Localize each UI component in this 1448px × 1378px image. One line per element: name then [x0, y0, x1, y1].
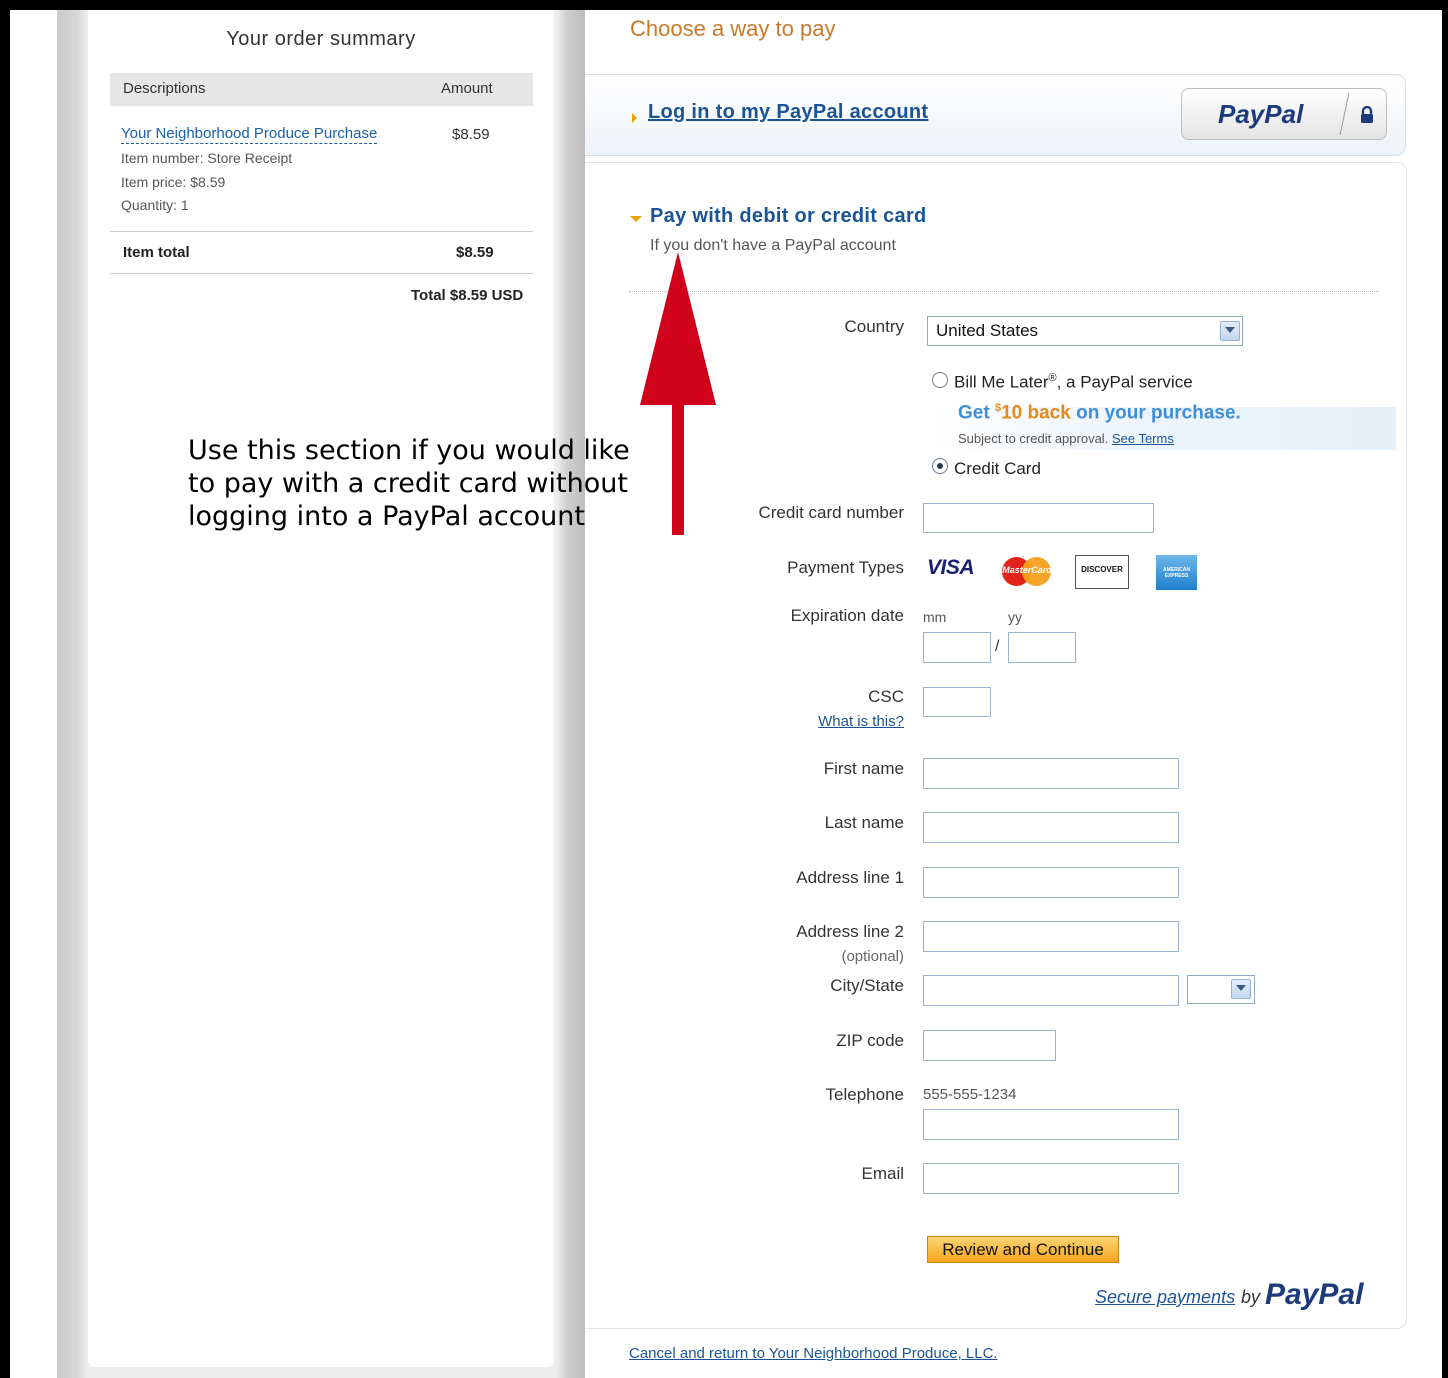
chevron-down-icon[interactable]	[1220, 321, 1240, 341]
mastercard-text: MasterCard	[1002, 565, 1052, 575]
paypal-logo: PayPal	[1218, 99, 1304, 129]
summary-divider	[110, 273, 533, 274]
country-select[interactable]: United States	[927, 316, 1243, 346]
item-total-label: Item total	[123, 244, 190, 261]
bill-me-later-radio[interactable]	[932, 372, 948, 388]
collapse-arrow-icon	[630, 216, 642, 222]
zip-label: ZIP code	[836, 1031, 904, 1050]
country-label: Country	[844, 317, 904, 336]
badge-separator	[1339, 93, 1350, 135]
card-section-title[interactable]: Pay with debit or credit card	[650, 205, 927, 228]
cancel-return-link[interactable]: Cancel and return to Your Neighborhood P…	[629, 1345, 998, 1362]
bill-me-later-label: Bill Me Later	[954, 372, 1049, 392]
dotted-divider	[629, 291, 1379, 292]
secure-by-text: by	[1241, 1287, 1261, 1307]
amount-column-header: Amount	[441, 80, 493, 97]
email-label: Email	[861, 1164, 904, 1183]
address-line-1-label: Address line 1	[796, 868, 904, 887]
descriptions-column-header: Descriptions	[123, 80, 206, 97]
csc-label: CSC	[868, 687, 904, 706]
item-total-value: $8.59	[456, 244, 494, 261]
annotation-line-3: logging into a PayPal account	[188, 501, 585, 532]
month-hint: mm	[923, 609, 947, 625]
bill-me-later-suffix: , a PayPal service	[1056, 372, 1193, 392]
item-quantity: Quantity: 1	[121, 197, 189, 213]
login-paypal-link[interactable]: Log in to my PayPal account	[648, 101, 928, 124]
telephone-label: Telephone	[825, 1085, 904, 1104]
city-state-label: City/State	[830, 976, 904, 995]
amex-logo: AMERICAN EXPRESS	[1156, 555, 1197, 590]
bill-me-later-option: Bill Me Later®, a PayPal service	[954, 372, 1193, 393]
see-terms-link[interactable]: See Terms	[1112, 431, 1174, 446]
item-number: Item number: Store Receipt	[121, 150, 293, 166]
telephone-example: 555-555-1234	[923, 1086, 1017, 1103]
first-name-input[interactable]	[923, 758, 1179, 789]
card-number-label: Credit card number	[758, 503, 904, 522]
optional-hint: (optional)	[841, 948, 904, 965]
promo-sub: Subject to credit approval.	[958, 431, 1109, 446]
order-summary-header-row: Descriptions Amount	[110, 73, 533, 106]
choose-payment-title: Choose a way to pay	[630, 16, 836, 41]
item-price: Item price: $8.59	[121, 174, 226, 190]
red-arrow-icon	[640, 252, 716, 535]
what-is-csc-link[interactable]: What is this?	[818, 713, 904, 730]
paypal-login-section[interactable]: Log in to my PayPal account PayPal	[585, 74, 1406, 156]
item-amount: $8.59	[452, 126, 490, 143]
card-number-input[interactable]	[923, 503, 1154, 533]
grand-total: Total $8.59 USD	[411, 287, 524, 304]
lock-icon	[1361, 106, 1373, 123]
expand-arrow-icon	[632, 113, 637, 123]
credit-card-option-label: Credit Card	[954, 459, 1041, 478]
city-input[interactable]	[923, 975, 1179, 1006]
summary-divider	[110, 231, 533, 232]
amex-text: AMERICAN EXPRESS	[1163, 567, 1190, 579]
bill-me-later-promo: Get $10 back on your purchase.	[958, 402, 1241, 424]
email-input[interactable]	[923, 1163, 1179, 1194]
address-line-1-input[interactable]	[923, 867, 1179, 898]
expiry-month-input[interactable]	[923, 632, 991, 663]
address-line-2-label: Address line 2	[796, 922, 904, 941]
discover-text: DISCOVER	[1081, 565, 1123, 574]
chevron-down-icon[interactable]	[1231, 979, 1251, 999]
last-name-input[interactable]	[923, 812, 1179, 843]
zip-input[interactable]	[923, 1030, 1056, 1061]
visa-logo: VISA	[927, 556, 975, 579]
review-and-continue-button[interactable]: Review and Continue	[927, 1236, 1119, 1263]
promo-rest: on your purchase.	[1070, 402, 1241, 424]
promo-get: Get	[958, 402, 995, 424]
promo-amount: 10 back	[1001, 402, 1071, 424]
mastercard-logo: MasterCard	[999, 555, 1054, 588]
credit-card-radio[interactable]	[932, 458, 948, 474]
registered-mark: ®	[1048, 372, 1057, 384]
annotation-line-2: to pay with a credit card without	[188, 468, 628, 499]
last-name-label: Last name	[824, 813, 904, 832]
expiration-label: Expiration date	[790, 606, 904, 625]
browser-viewport: Your order summary Descriptions Amount Y…	[10, 10, 1442, 1378]
promo-disclaimer: Subject to credit approval. See Terms	[958, 431, 1174, 446]
annotation-callout: Use this section if you would like to pa…	[188, 434, 668, 533]
item-name-link[interactable]: Your Neighborhood Produce Purchase	[121, 125, 378, 144]
address-line-2-input[interactable]	[923, 921, 1179, 952]
order-summary-panel: Your order summary Descriptions Amount Y…	[88, 10, 554, 1367]
csc-input[interactable]	[923, 687, 991, 717]
state-select[interactable]	[1187, 975, 1255, 1004]
paypal-secure-badge: PayPal	[1181, 88, 1387, 140]
expiry-separator: /	[995, 638, 1000, 655]
payment-types-label: Payment Types	[787, 558, 904, 577]
secure-payments-link[interactable]: Secure payments	[1095, 1287, 1235, 1308]
discover-logo: DISCOVER	[1075, 555, 1129, 589]
country-value: United States	[936, 321, 1039, 340]
expiry-year-input[interactable]	[1008, 632, 1076, 663]
order-summary-title: Your order summary	[226, 28, 416, 50]
annotation-line-1: Use this section if you would like	[188, 435, 630, 466]
telephone-input[interactable]	[923, 1109, 1179, 1140]
paypal-footer-logo: PayPal	[1265, 1278, 1364, 1311]
year-hint: yy	[1008, 609, 1022, 625]
first-name-label: First name	[823, 759, 904, 778]
